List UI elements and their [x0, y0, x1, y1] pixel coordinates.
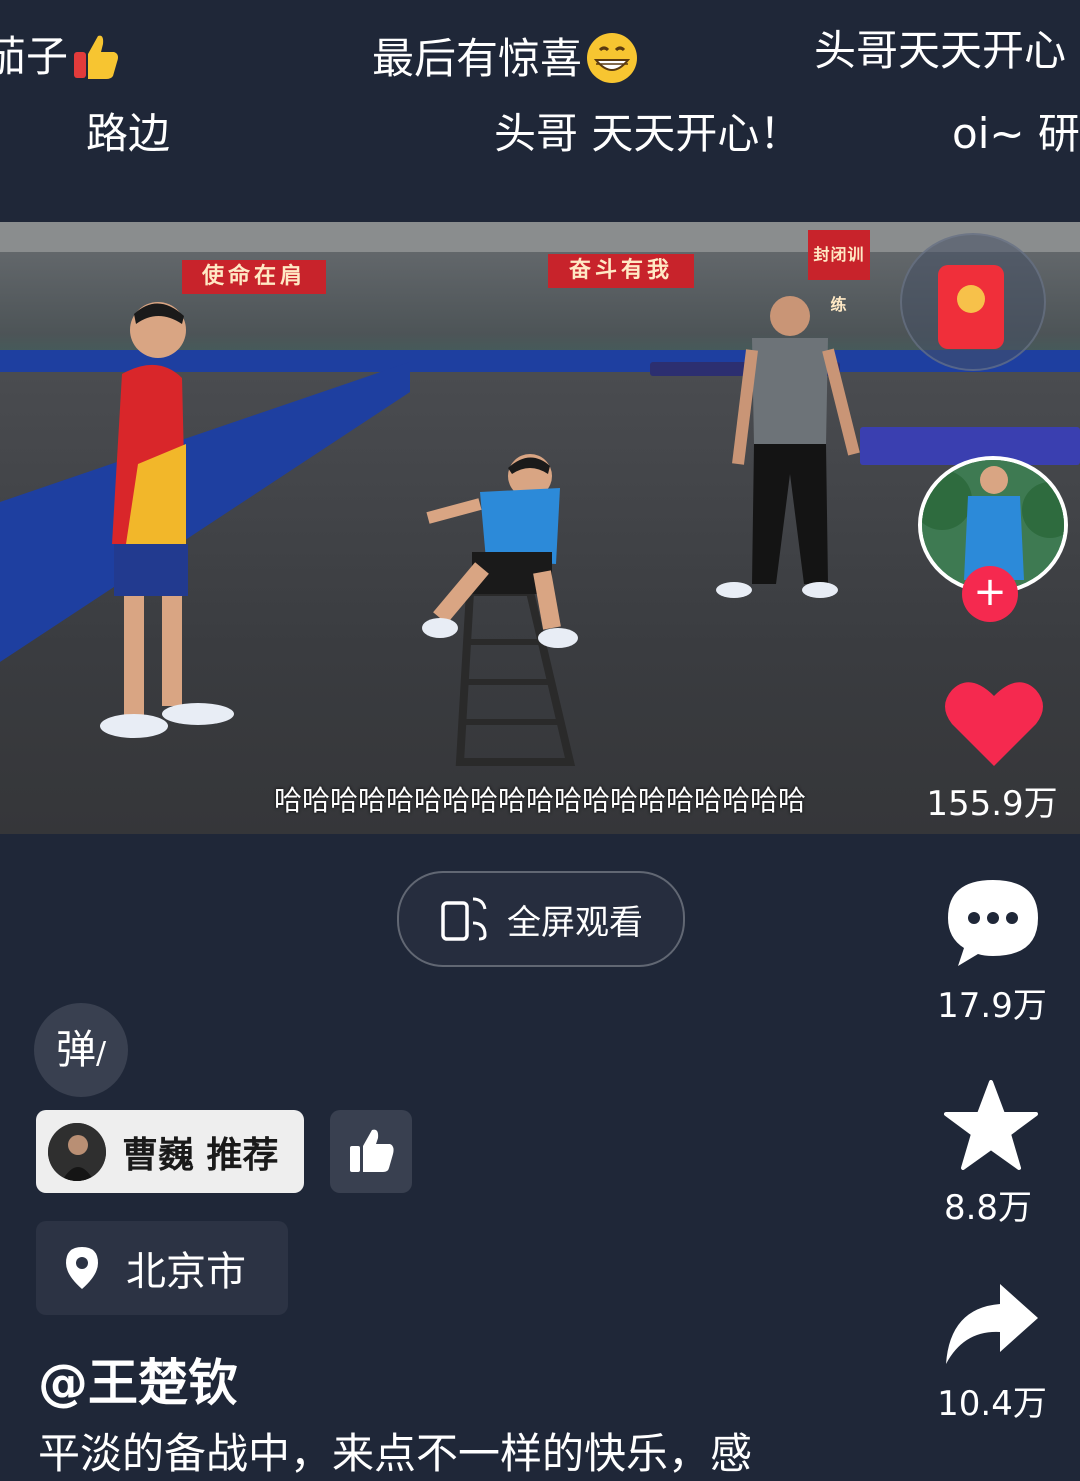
comment-icon[interactable] [944, 876, 1042, 968]
like-heart-icon[interactable] [944, 676, 1044, 768]
favorite-count: 8.8万 [943, 1188, 1033, 1228]
video-banner: 封闭训练 [808, 230, 870, 314]
danmaku-item: 茄子 [0, 30, 122, 89]
grinning-emoji-icon [584, 30, 640, 93]
fullscreen-watch-button[interactable]: 全屏观看 [397, 871, 685, 967]
video-banner: 奋斗有我 [548, 254, 694, 288]
recommender-avatar [48, 1122, 106, 1181]
danmaku-toggle-button[interactable]: 弹/ [34, 1003, 128, 1097]
favorite-star-icon[interactable] [944, 1080, 1038, 1170]
video-ceiling [0, 222, 1080, 252]
danmaku-item: 路边 [86, 109, 171, 158]
danmaku-item: 头哥 天天开心！ [494, 109, 802, 158]
recommended-by-label: 曹巍 推荐 [122, 1134, 279, 1176]
thumbs-up-icon [350, 1129, 394, 1172]
like-count: 155.9万 [926, 784, 1058, 824]
location-label: 北京市 [126, 1249, 246, 1295]
video-player-red-shirt [100, 302, 234, 738]
danmaku-item: oi~ 研 [952, 109, 1080, 158]
video-coach [716, 296, 860, 598]
share-arrow-icon[interactable] [944, 1282, 1040, 1366]
fullscreen-label: 全屏观看 [507, 902, 643, 943]
slash-icon: / [95, 1036, 107, 1071]
location-pin-icon [66, 1247, 98, 1289]
recommended-by-chip[interactable]: 曹巍 推荐 [36, 1110, 304, 1193]
danmaku-item: 最后有惊喜 [372, 30, 640, 93]
danmaku-toggle-label: 弹 [55, 1027, 96, 1073]
video-player-blue-shirt [422, 454, 578, 648]
comment-count: 17.9万 [937, 986, 1047, 1026]
rotate-screen-icon [441, 897, 487, 941]
red-envelope-icon [938, 265, 1004, 349]
red-packet-button[interactable] [900, 233, 1046, 371]
danmaku-item: 头哥天天开心 [814, 26, 1067, 75]
share-count: 10.4万 [937, 1384, 1047, 1424]
follow-plus-button[interactable]: + [962, 566, 1018, 622]
video-banner: 使命在肩 [182, 260, 326, 294]
recommend-like-button[interactable] [330, 1110, 412, 1193]
thumbs-up-emoji-icon [70, 30, 122, 89]
location-chip[interactable]: 北京市 [36, 1221, 288, 1315]
video-caption: 平淡的备战中，来点不一样的快乐，感 [38, 1429, 753, 1478]
author-name-link[interactable]: @王楚钦 [38, 1343, 238, 1415]
